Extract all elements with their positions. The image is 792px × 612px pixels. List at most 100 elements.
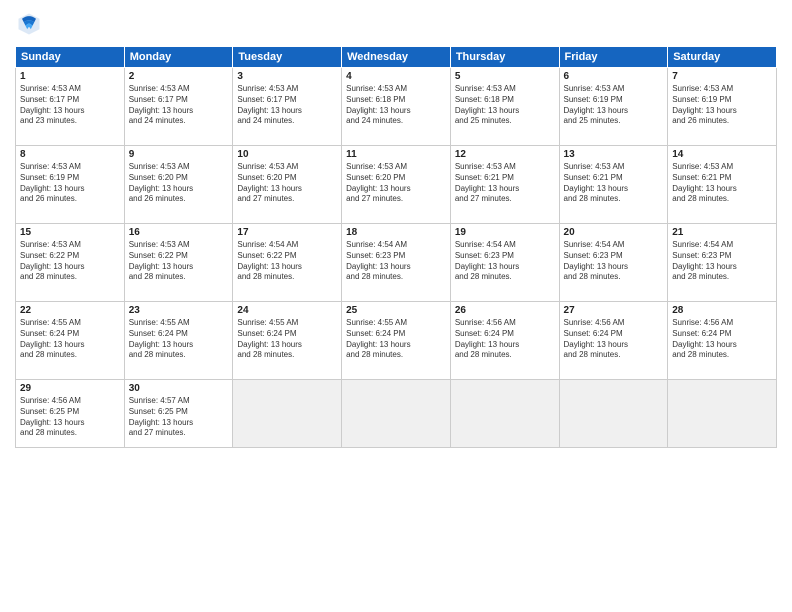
day-info: Sunrise: 4:57 AMSunset: 6:25 PMDaylight:… xyxy=(129,396,229,439)
calendar-header-row: SundayMondayTuesdayWednesdayThursdayFrid… xyxy=(16,47,777,68)
day-number: 30 xyxy=(129,383,229,394)
calendar-cell: 18 Sunrise: 4:54 AMSunset: 6:23 PMDayligh… xyxy=(342,224,451,302)
day-number: 15 xyxy=(20,227,120,238)
day-number: 13 xyxy=(564,149,664,160)
calendar-week-row: 15 Sunrise: 4:53 AMSunset: 6:22 PMDayligh… xyxy=(16,224,777,302)
calendar-cell: 9 Sunrise: 4:53 AMSunset: 6:20 PMDaylight… xyxy=(124,146,233,224)
calendar-cell: 20Sunrise: 4:54 AMSunset: 6:23 PMDayligh… xyxy=(559,224,668,302)
day-number: 28 xyxy=(672,305,772,316)
day-info: Sunrise: 4:53 AMSunset: 6:17 PMDaylight:… xyxy=(129,84,229,127)
day-info: Sunrise: 4:56 AMSunset: 6:24 PMDaylight:… xyxy=(455,318,555,361)
calendar-cell: 29Sunrise: 4:56 AMSunset: 6:25 PMDayligh… xyxy=(16,380,125,448)
day-info: Sunrise: 4:56 AMSunset: 6:24 PMDaylight:… xyxy=(564,318,664,361)
calendar-week-row: 22 Sunrise: 4:55 AMSunset: 6:24 PMDayligh… xyxy=(16,302,777,380)
day-info: Sunrise: 4:53 AMSunset: 6:21 PMDaylight:… xyxy=(455,162,555,205)
calendar-cell: 2 Sunrise: 4:53 AMSunset: 6:17 PMDaylight… xyxy=(124,68,233,146)
calendar-day-header: Friday xyxy=(559,47,668,68)
calendar-cell: 12 Sunrise: 4:53 AMSunset: 6:21 PMDayligh… xyxy=(450,146,559,224)
day-info: Sunrise: 4:56 AMSunset: 6:24 PMDaylight:… xyxy=(672,318,772,361)
day-number: 20 xyxy=(564,227,664,238)
day-number: 17 xyxy=(237,227,337,238)
day-number: 10 xyxy=(237,149,337,160)
day-number: 8 xyxy=(20,149,120,160)
calendar-cell: 3Sunrise: 4:53 AMSunset: 6:17 PMDaylight… xyxy=(233,68,342,146)
calendar-cell: 4 Sunrise: 4:53 AMSunset: 6:18 PMDaylight… xyxy=(342,68,451,146)
calendar-cell: 1 Sunrise: 4:53 AMSunset: 6:17 PMDaylight… xyxy=(16,68,125,146)
calendar-cell xyxy=(559,380,668,448)
day-number: 6 xyxy=(564,71,664,82)
day-number: 1 xyxy=(20,71,120,82)
day-number: 12 xyxy=(455,149,555,160)
day-info: Sunrise: 4:53 AMSunset: 6:19 PMDaylight:… xyxy=(564,84,664,127)
calendar-cell: 17 Sunrise: 4:54 AMSunset: 6:22 PMDayligh… xyxy=(233,224,342,302)
calendar-cell: 15 Sunrise: 4:53 AMSunset: 6:22 PMDayligh… xyxy=(16,224,125,302)
calendar-cell: 26 Sunrise: 4:56 AMSunset: 6:24 PMDayligh… xyxy=(450,302,559,380)
day-number: 24 xyxy=(237,305,337,316)
day-info: Sunrise: 4:53 AMSunset: 6:22 PMDaylight:… xyxy=(20,240,120,283)
calendar-cell: 23 Sunrise: 4:55 AMSunset: 6:24 PMDayligh… xyxy=(124,302,233,380)
calendar-week-row: 1 Sunrise: 4:53 AMSunset: 6:17 PMDaylight… xyxy=(16,68,777,146)
calendar-cell: 10 Sunrise: 4:53 AMSunset: 6:20 PMDayligh… xyxy=(233,146,342,224)
calendar-day-header: Wednesday xyxy=(342,47,451,68)
calendar-week-row: 8Sunrise: 4:53 AMSunset: 6:19 PMDaylight… xyxy=(16,146,777,224)
calendar-day-header: Sunday xyxy=(16,47,125,68)
day-info: Sunrise: 4:53 AMSunset: 6:17 PMDaylight:… xyxy=(237,84,337,127)
calendar-day-header: Thursday xyxy=(450,47,559,68)
day-number: 18 xyxy=(346,227,446,238)
calendar-cell: 13 Sunrise: 4:53 AMSunset: 6:21 PMDayligh… xyxy=(559,146,668,224)
day-info: Sunrise: 4:55 AMSunset: 6:24 PMDaylight:… xyxy=(20,318,120,361)
day-number: 29 xyxy=(20,383,120,394)
calendar-day-header: Saturday xyxy=(668,47,777,68)
day-number: 21 xyxy=(672,227,772,238)
day-number: 16 xyxy=(129,227,229,238)
day-info: Sunrise: 4:53 AMSunset: 6:20 PMDaylight:… xyxy=(346,162,446,205)
logo xyxy=(15,10,47,38)
page: SundayMondayTuesdayWednesdayThursdayFrid… xyxy=(0,0,792,612)
calendar-cell: 28 Sunrise: 4:56 AMSunset: 6:24 PMDayligh… xyxy=(668,302,777,380)
day-info: Sunrise: 4:55 AMSunset: 6:24 PMDaylight:… xyxy=(237,318,337,361)
day-number: 19 xyxy=(455,227,555,238)
day-info: Sunrise: 4:53 AMSunset: 6:18 PMDaylight:… xyxy=(455,84,555,127)
day-info: Sunrise: 4:53 AMSunset: 6:19 PMDaylight:… xyxy=(672,84,772,127)
day-number: 2 xyxy=(129,71,229,82)
day-number: 14 xyxy=(672,149,772,160)
day-number: 22 xyxy=(20,305,120,316)
calendar-cell: 14 Sunrise: 4:53 AMSunset: 6:21 PMDayligh… xyxy=(668,146,777,224)
day-info: Sunrise: 4:54 AMSunset: 6:23 PMDaylight:… xyxy=(455,240,555,283)
calendar-day-header: Tuesday xyxy=(233,47,342,68)
day-info: Sunrise: 4:54 AMSunset: 6:23 PMDaylight:… xyxy=(346,240,446,283)
day-info: Sunrise: 4:55 AMSunset: 6:24 PMDaylight:… xyxy=(129,318,229,361)
calendar-cell: 11Sunrise: 4:53 AMSunset: 6:20 PMDayligh… xyxy=(342,146,451,224)
calendar-cell: 24 Sunrise: 4:55 AMSunset: 6:24 PMDayligh… xyxy=(233,302,342,380)
day-number: 9 xyxy=(129,149,229,160)
calendar-cell: 6 Sunrise: 4:53 AMSunset: 6:19 PMDaylight… xyxy=(559,68,668,146)
calendar-cell: 27Sunrise: 4:56 AMSunset: 6:24 PMDayligh… xyxy=(559,302,668,380)
calendar-week-row: 29Sunrise: 4:56 AMSunset: 6:25 PMDayligh… xyxy=(16,380,777,448)
day-info: Sunrise: 4:53 AMSunset: 6:21 PMDaylight:… xyxy=(564,162,664,205)
calendar-cell: 7 Sunrise: 4:53 AMSunset: 6:19 PMDaylight… xyxy=(668,68,777,146)
calendar-cell: 22 Sunrise: 4:55 AMSunset: 6:24 PMDayligh… xyxy=(16,302,125,380)
day-info: Sunrise: 4:53 AMSunset: 6:18 PMDaylight:… xyxy=(346,84,446,127)
calendar-cell xyxy=(342,380,451,448)
calendar-day-header: Monday xyxy=(124,47,233,68)
day-info: Sunrise: 4:53 AMSunset: 6:17 PMDaylight:… xyxy=(20,84,120,127)
day-info: Sunrise: 4:53 AMSunset: 6:20 PMDaylight:… xyxy=(237,162,337,205)
day-number: 26 xyxy=(455,305,555,316)
calendar-cell: 30 Sunrise: 4:57 AMSunset: 6:25 PMDayligh… xyxy=(124,380,233,448)
calendar-cell xyxy=(668,380,777,448)
calendar-cell: 19 Sunrise: 4:54 AMSunset: 6:23 PMDayligh… xyxy=(450,224,559,302)
day-number: 23 xyxy=(129,305,229,316)
calendar-cell xyxy=(450,380,559,448)
day-info: Sunrise: 4:54 AMSunset: 6:23 PMDaylight:… xyxy=(672,240,772,283)
day-info: Sunrise: 4:53 AMSunset: 6:21 PMDaylight:… xyxy=(672,162,772,205)
day-number: 5 xyxy=(455,71,555,82)
calendar-table: SundayMondayTuesdayWednesdayThursdayFrid… xyxy=(15,46,777,448)
header xyxy=(15,10,777,38)
day-number: 4 xyxy=(346,71,446,82)
day-number: 25 xyxy=(346,305,446,316)
day-number: 7 xyxy=(672,71,772,82)
day-info: Sunrise: 4:55 AMSunset: 6:24 PMDaylight:… xyxy=(346,318,446,361)
day-info: Sunrise: 4:53 AMSunset: 6:20 PMDaylight:… xyxy=(129,162,229,205)
day-info: Sunrise: 4:54 AMSunset: 6:22 PMDaylight:… xyxy=(237,240,337,283)
calendar-cell: 25 Sunrise: 4:55 AMSunset: 6:24 PMDayligh… xyxy=(342,302,451,380)
